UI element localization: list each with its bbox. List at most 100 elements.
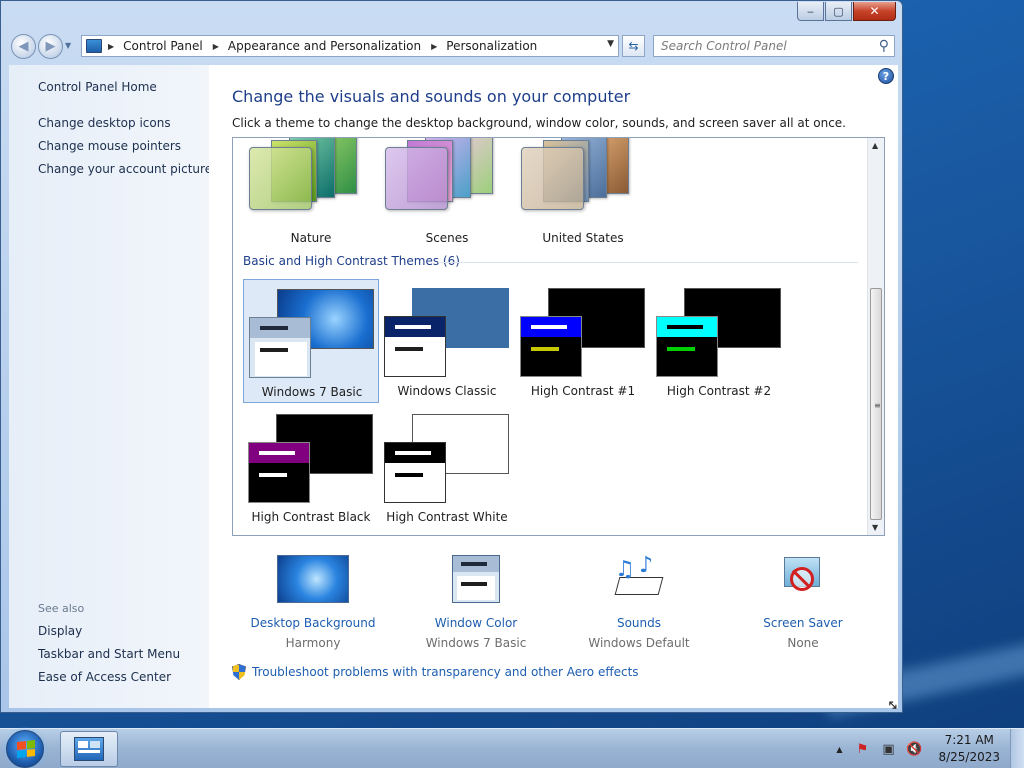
page-title: Change the visuals and sounds on your co… xyxy=(232,87,631,106)
sidebar-link-account-picture[interactable]: Change your account picture xyxy=(38,162,212,176)
scrollbar-thumb[interactable]: ≡ xyxy=(870,288,882,520)
search-input[interactable]: Search Control Panel ⚲ xyxy=(653,35,895,57)
theme-high-contrast-2[interactable]: High Contrast #2 xyxy=(651,279,787,403)
window-preview-icon xyxy=(248,442,310,503)
theme-high-contrast-white[interactable]: High Contrast White xyxy=(379,405,515,529)
start-button[interactable] xyxy=(6,730,44,768)
windows-logo-icon xyxy=(17,740,35,758)
caption-buttons: ‒ ▢ ✕ xyxy=(797,2,896,21)
window-color-icon xyxy=(452,555,500,603)
refresh-icon: ⇆ xyxy=(628,39,639,53)
theme-united-states[interactable]: United States xyxy=(515,138,651,270)
theme-scenes[interactable]: Scenes xyxy=(379,138,515,270)
window-preview-icon xyxy=(656,316,718,377)
screen-saver-setting[interactable]: Screen Saver None xyxy=(728,555,878,655)
sidebar-link-desktop-icons[interactable]: Change desktop icons xyxy=(38,116,171,130)
window-preview-icon xyxy=(384,316,446,377)
sidebar-link-control-panel-home[interactable]: Control Panel Home xyxy=(38,80,157,94)
address-dropdown-icon[interactable]: ▼ xyxy=(607,39,614,49)
clock-date: 8/25/2023 xyxy=(938,750,1000,764)
minimize-button[interactable]: ‒ xyxy=(797,2,824,21)
breadcrumb-arrow-icon: ▶ xyxy=(108,41,115,51)
theme-nature[interactable]: Nature xyxy=(243,138,379,270)
setting-label[interactable]: Window Color xyxy=(401,616,551,630)
maximize-button[interactable]: ▢ xyxy=(825,2,852,21)
back-arrow-icon: ◀ xyxy=(18,39,29,54)
taskbar: ▲ ⚑ ▣ 🔇 7:21 AM 8/25/2023 xyxy=(0,728,1024,768)
breadcrumb-arrow-icon: ▶ xyxy=(431,41,438,51)
desktop-background-setting[interactable]: Desktop Background Harmony xyxy=(238,555,388,655)
desktop-background-icon xyxy=(277,555,349,603)
shield-icon xyxy=(232,664,246,680)
system-tray: ▲ ⚑ ▣ 🔇 7:21 AM 8/25/2023 xyxy=(836,729,1024,768)
network-icon[interactable]: ▣ xyxy=(880,741,896,757)
theme-label: Nature xyxy=(290,231,332,245)
theme-windows-7-basic[interactable]: Windows 7 Basic xyxy=(243,279,379,403)
theme-label: High Contrast White xyxy=(386,510,508,524)
grip-icon: ≡ xyxy=(874,401,881,410)
screen-saver-icon xyxy=(780,555,826,601)
setting-value: None xyxy=(787,636,819,650)
theme-label: United States xyxy=(542,231,624,245)
theme-high-contrast-black[interactable]: High Contrast Black xyxy=(243,405,379,529)
control-panel-icon xyxy=(74,737,104,761)
theme-label: Windows Classic xyxy=(397,384,497,398)
setting-value: Windows Default xyxy=(588,636,690,650)
back-button[interactable]: ◀ xyxy=(11,34,36,59)
address-bar[interactable]: ▶ Control Panel ▶ Appearance and Personali… xyxy=(81,35,619,57)
taskbar-control-panel-button[interactable] xyxy=(60,731,118,767)
page-description: Click a theme to change the desktop back… xyxy=(232,116,846,130)
recent-pages-dropdown[interactable]: ▼ xyxy=(65,41,71,50)
setting-label[interactable]: Sounds xyxy=(564,616,714,630)
breadcrumb-label[interactable]: Personalization xyxy=(446,39,537,53)
see-also-ease-of-access[interactable]: Ease of Access Center xyxy=(38,670,171,684)
sidebar: Control Panel Home Change desktop icons … xyxy=(9,65,212,708)
breadcrumb-appearance[interactable]: ▶ Appearance and Personalization xyxy=(213,39,421,53)
action-center-flag-icon[interactable]: ⚑ xyxy=(854,741,870,757)
window-preview-icon xyxy=(384,442,446,503)
volume-muted-icon[interactable]: 🔇 xyxy=(906,741,922,757)
breadcrumb-label[interactable]: Appearance and Personalization xyxy=(228,39,421,53)
setting-value: Windows 7 Basic xyxy=(425,636,527,650)
control-panel-icon xyxy=(86,39,102,53)
forward-button[interactable]: ▶ xyxy=(38,34,63,59)
sidebar-link-mouse-pointers[interactable]: Change mouse pointers xyxy=(38,139,181,153)
window-preview-icon xyxy=(520,316,582,377)
see-also-display[interactable]: Display xyxy=(38,624,82,638)
see-also-taskbar[interactable]: Taskbar and Start Menu xyxy=(38,647,180,661)
navigation-bar: ◀ ▶ ▼ ▶ Control Panel ▶ Appearance and Per… xyxy=(1,31,902,65)
help-icon[interactable]: ? xyxy=(878,68,894,84)
scroll-down-icon[interactable]: ▼ xyxy=(872,523,878,532)
breadcrumb-label[interactable]: Control Panel xyxy=(123,39,203,53)
search-placeholder: Search Control Panel xyxy=(661,39,787,53)
sounds-setting[interactable]: ♫ ♪ Sounds Windows Default xyxy=(564,553,714,655)
theme-label: Windows 7 Basic xyxy=(261,385,363,399)
refresh-button[interactable]: ⇆ xyxy=(622,35,645,57)
theme-windows-classic[interactable]: Windows Classic xyxy=(379,279,515,403)
main-content: ? Change the visuals and sounds on your … xyxy=(209,65,898,708)
scroll-up-icon[interactable]: ▲ xyxy=(872,141,878,150)
troubleshoot-link[interactable]: Troubleshoot problems with transparency … xyxy=(232,664,639,680)
clock[interactable]: 7:21 AM 8/25/2023 xyxy=(938,732,1000,766)
troubleshoot-label[interactable]: Troubleshoot problems with transparency … xyxy=(252,665,639,679)
show-hidden-icons-icon[interactable]: ▲ xyxy=(836,745,842,754)
theme-high-contrast-1[interactable]: High Contrast #1 xyxy=(515,279,651,403)
window-color-setting[interactable]: Window Color Windows 7 Basic xyxy=(401,555,551,655)
theme-list-scrollbar[interactable]: ▲ ≡ ▼ xyxy=(867,138,884,535)
theme-label: High Contrast #2 xyxy=(666,384,772,398)
window-preview-icon xyxy=(249,317,311,378)
theme-label: High Contrast #1 xyxy=(530,384,636,398)
show-desktop-button[interactable] xyxy=(1010,729,1024,768)
close-button[interactable]: ✕ xyxy=(853,2,896,21)
setting-label[interactable]: Desktop Background xyxy=(238,616,388,630)
breadcrumb-personalization[interactable]: ▶ Personalization xyxy=(431,39,537,53)
setting-label[interactable]: Screen Saver xyxy=(728,616,878,630)
control-panel-window: ‒ ▢ ✕ ◀ ▶ ▼ ▶ Control Panel ▶ Appearance a… xyxy=(0,0,903,715)
breadcrumb-control-panel[interactable]: ▶ Control Panel xyxy=(108,39,203,53)
search-icon[interactable]: ⚲ xyxy=(879,38,889,54)
theme-list: Nature Scenes United States Basic and Hi… xyxy=(232,137,885,536)
see-also-heading: See also xyxy=(38,602,85,615)
clock-time: 7:21 AM xyxy=(944,733,994,747)
theme-label: High Contrast Black xyxy=(251,510,371,524)
setting-value: Harmony xyxy=(285,636,341,650)
